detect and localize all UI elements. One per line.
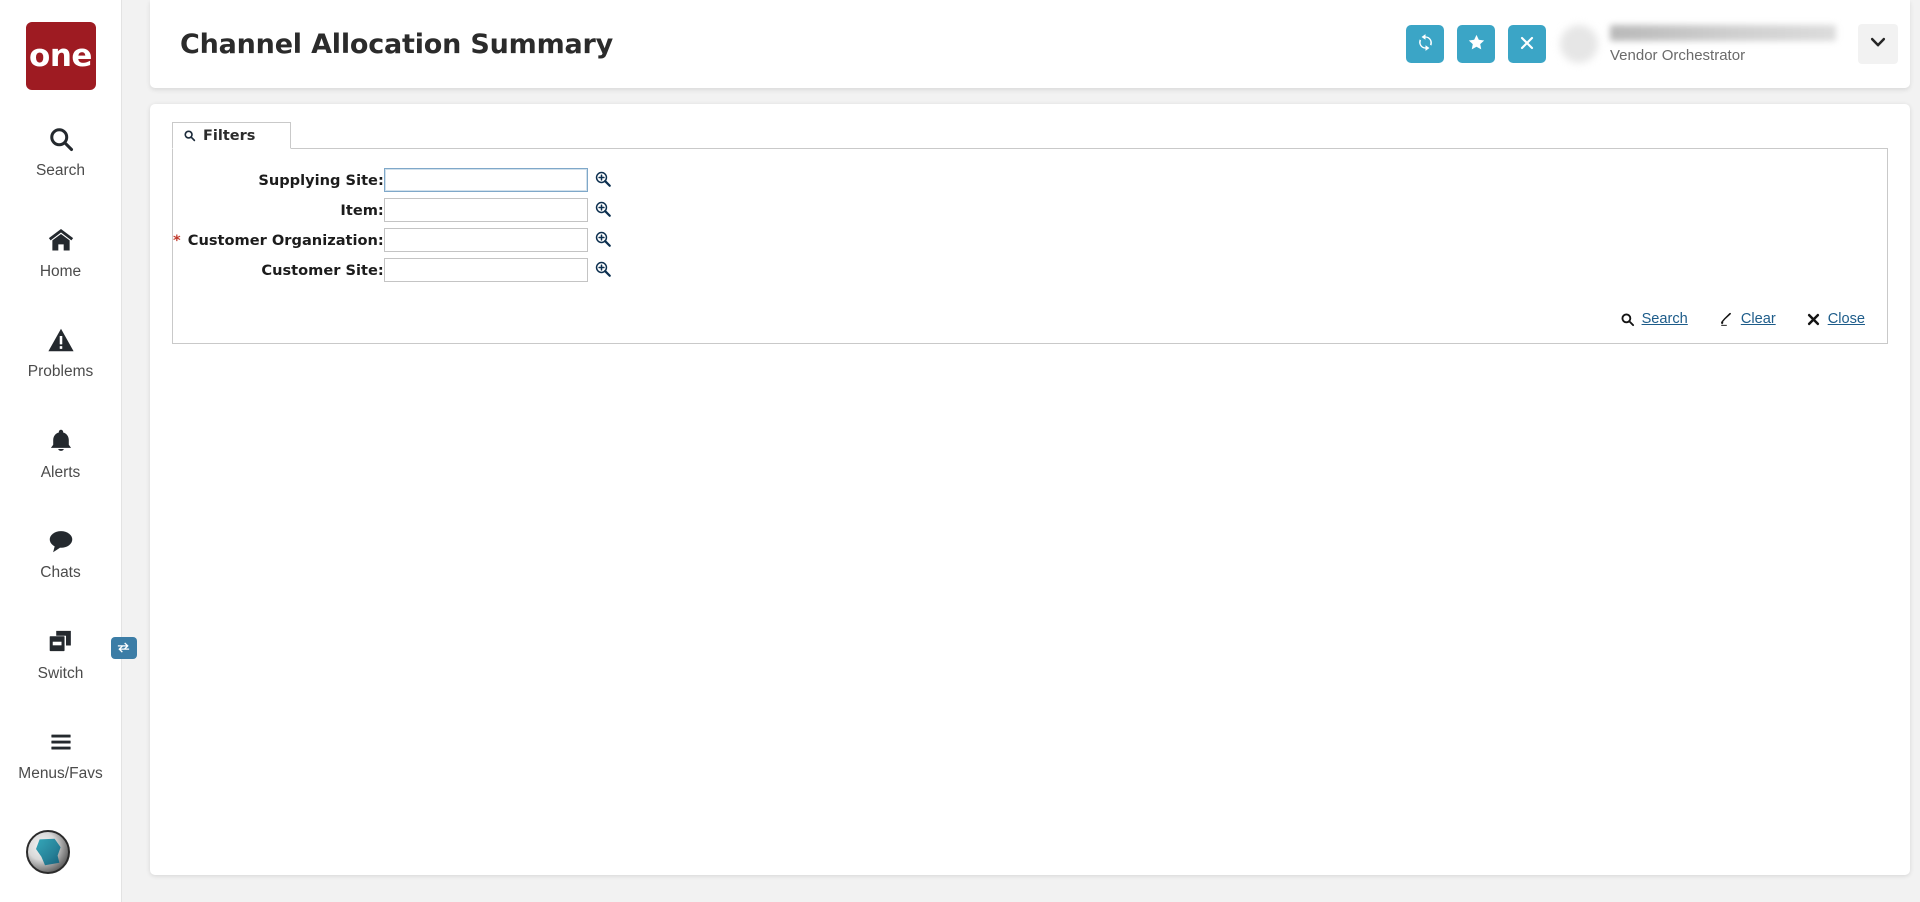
chat-bubble-icon <box>41 524 81 558</box>
sidebar-item-label: Home <box>40 264 81 280</box>
sidebar-item-label: Chats <box>40 565 81 581</box>
search-icon <box>1620 312 1635 327</box>
sidebar-item-label: Problems <box>28 364 93 380</box>
user-menu-toggle[interactable] <box>1858 24 1898 64</box>
close-x-icon <box>1519 35 1535 54</box>
filter-label: * Customer Organization: <box>173 225 384 255</box>
close-button[interactable] <box>1508 25 1546 63</box>
customer-site-lookup-button[interactable] <box>592 259 614 281</box>
close-link-label: Close <box>1828 311 1865 327</box>
brand-logo[interactable]: one <box>26 22 96 90</box>
filters-body: Supplying Site: <box>172 149 1888 344</box>
tab-filters[interactable]: Filters <box>172 122 291 149</box>
chevron-down-icon <box>1868 32 1888 57</box>
star-icon <box>1467 33 1486 55</box>
tab-strip-filler <box>291 122 1888 149</box>
clear-link[interactable]: Clear <box>1718 311 1776 327</box>
search-icon <box>183 129 196 142</box>
avatar <box>1560 25 1598 63</box>
magnifier-plus-icon <box>594 260 612 281</box>
filter-label-text: Customer Site: <box>261 262 383 279</box>
tab-filters-label: Filters <box>203 128 255 144</box>
close-link[interactable]: Close <box>1806 311 1865 327</box>
sidebar-item-chats[interactable]: Chats <box>0 510 122 593</box>
main-area: Channel Allocation Summary <box>122 0 1920 902</box>
filter-row-supplying-site: Supplying Site: <box>173 165 626 195</box>
sidebar-item-search[interactable]: Search <box>0 108 122 191</box>
filter-row-item: Item: <box>173 195 626 225</box>
search-link[interactable]: Search <box>1620 311 1688 327</box>
required-marker: * <box>173 232 181 249</box>
sidebar-item-alerts[interactable]: Alerts <box>0 410 122 493</box>
sidebar-item-label: Menus/Favs <box>18 766 102 782</box>
filter-label-text: Customer Organization: <box>188 232 384 249</box>
filter-label: Supplying Site: <box>173 165 384 195</box>
search-icon <box>41 122 81 156</box>
windows-stack-icon <box>41 625 81 659</box>
item-lookup-button[interactable] <box>592 199 614 221</box>
header-action-buttons <box>1406 25 1546 63</box>
ai-assistant-head-icon[interactable] <box>26 830 70 874</box>
sidebar-item-label: Alerts <box>41 465 81 481</box>
supplying-site-lookup-button[interactable] <box>592 169 614 191</box>
filter-field-grid: Supplying Site: <box>173 165 626 285</box>
user-account-block[interactable]: Vendor Orchestrator <box>1560 0 1910 88</box>
sidebar-item-switch[interactable]: Switch <box>0 611 122 694</box>
clear-link-label: Clear <box>1741 311 1776 327</box>
page-title: Channel Allocation Summary <box>180 29 1406 60</box>
home-icon <box>41 223 81 257</box>
filter-row-customer-site: Customer Site: <box>173 255 626 285</box>
hamburger-menu-icon <box>41 725 81 759</box>
magnifier-plus-icon <box>594 230 612 251</box>
page-header: Channel Allocation Summary <box>150 0 1910 88</box>
refresh-button[interactable] <box>1406 25 1444 63</box>
bell-icon <box>41 424 81 458</box>
user-meta: Vendor Orchestrator <box>1610 25 1840 63</box>
filter-row-customer-organization: * Customer Organization: <box>173 225 626 255</box>
favorite-button[interactable] <box>1457 25 1495 63</box>
search-link-label: Search <box>1642 311 1688 327</box>
user-name <box>1610 25 1836 41</box>
supplying-site-input[interactable] <box>384 168 588 192</box>
magnifier-plus-icon <box>594 200 612 221</box>
user-role: Vendor Orchestrator <box>1610 48 1840 63</box>
filter-label-text: Item: <box>340 202 383 219</box>
filters-tab-row: Filters <box>172 122 1888 149</box>
filters-panel: Filters Supplying Site: <box>172 122 1888 344</box>
customer-site-input[interactable] <box>384 258 588 282</box>
eraser-icon <box>1718 311 1734 327</box>
sidebar-item-home[interactable]: Home <box>0 209 122 292</box>
filter-label: Item: <box>173 195 384 225</box>
customer-organization-input[interactable] <box>384 228 588 252</box>
left-nav-rail: one Search Home Problems <box>0 0 122 902</box>
magnifier-plus-icon <box>594 170 612 191</box>
customer-organization-lookup-button[interactable] <box>592 229 614 251</box>
sidebar-item-label: Switch <box>38 666 84 682</box>
brand-logo-text: one <box>29 41 92 72</box>
sidebar-item-menus-favs[interactable]: Menus/Favs <box>0 711 122 794</box>
item-input[interactable] <box>384 198 588 222</box>
sidebar-item-label: Search <box>36 163 85 179</box>
sidebar-item-problems[interactable]: Problems <box>0 309 122 392</box>
warning-triangle-icon <box>41 323 81 357</box>
ai-assistant-head-glyph <box>33 837 63 867</box>
filter-action-links: Search Clear <box>173 285 1887 343</box>
refresh-icon <box>1416 33 1435 55</box>
filter-label: Customer Site: <box>173 255 384 285</box>
content-card: Filters Supplying Site: <box>150 104 1910 875</box>
filter-label-text: Supplying Site: <box>258 172 383 189</box>
close-x-icon <box>1806 312 1821 327</box>
